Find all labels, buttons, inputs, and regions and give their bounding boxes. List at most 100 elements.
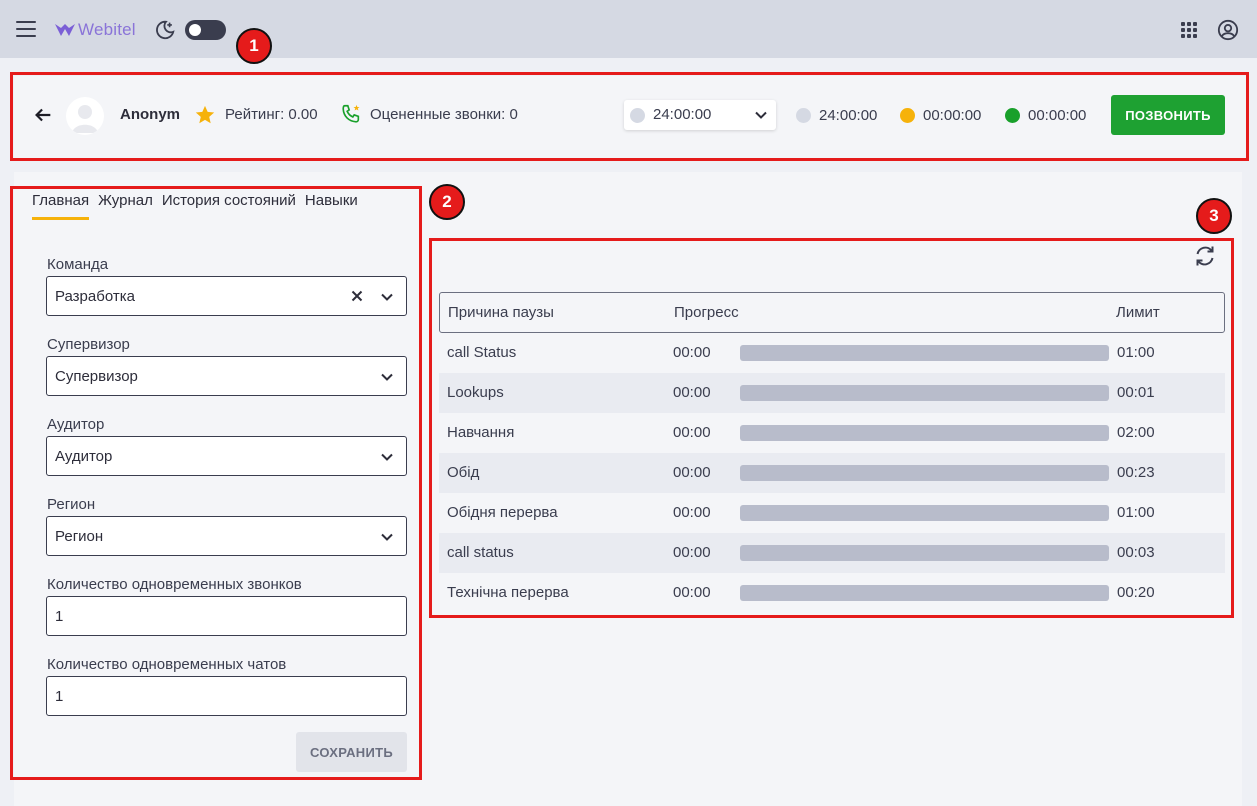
top-app-bar: Webitel	[0, 0, 1257, 58]
menu-icon[interactable]	[16, 21, 36, 37]
concurrent-calls-input[interactable]: 1	[46, 596, 407, 636]
offline-timer-value: 24:00:00	[819, 106, 878, 124]
pause-reason: call Status	[447, 344, 517, 361]
pause-limit: 02:00	[1117, 424, 1155, 441]
dark-mode-moon-icon	[156, 20, 175, 40]
online-timer-value: 00:00:00	[1028, 106, 1087, 124]
pause-progress-bar	[740, 505, 1109, 521]
call-button[interactable]: ПОЗВОНИТЬ	[1111, 95, 1225, 135]
region-label: Регион	[47, 496, 96, 513]
concurrent-chats-input[interactable]: 1	[46, 676, 407, 716]
table-row: call status 00:00 00:03	[439, 533, 1225, 573]
pause-progress-bar	[740, 385, 1109, 401]
pause-limit: 01:00	[1117, 504, 1155, 521]
account-icon[interactable]	[1217, 19, 1239, 41]
concurrent-chats-value: 1	[55, 688, 64, 705]
pause-reason: Технічна перерва	[447, 584, 569, 601]
pause-timer-value: 00:00:00	[923, 106, 982, 124]
chevron-down-icon	[381, 453, 393, 461]
toggle-knob	[189, 24, 201, 36]
team-select[interactable]: Разработка	[46, 276, 407, 316]
pause-progress-bar	[740, 425, 1109, 441]
auditor-select[interactable]: Аудитор	[46, 436, 407, 476]
save-button[interactable]: СОХРАНИТЬ	[296, 732, 407, 772]
table-row: Обідня перерва 00:00 01:00	[439, 493, 1225, 533]
auditor-value: Аудитор	[55, 448, 113, 465]
concurrent-calls-value: 1	[55, 608, 64, 625]
pause-limit: 00:01	[1117, 384, 1155, 401]
main-content: Главная Журнал История состояний Навыки …	[14, 172, 1242, 806]
region-select[interactable]: Регион	[46, 516, 407, 556]
pause-progress-time: 00:00	[673, 584, 711, 601]
header-reason: Причина паузы	[448, 304, 554, 321]
offline-timer: 24:00:00	[796, 104, 877, 126]
pause-reason: Обідня перерва	[447, 504, 558, 521]
pause-progress-time: 00:00	[673, 424, 711, 441]
pause-progress-bar	[740, 545, 1109, 561]
pause-progress-time: 00:00	[673, 384, 711, 401]
tab-bar: Главная Журнал История состояний Навыки	[32, 192, 367, 220]
auditor-label: Аудитор	[47, 416, 105, 433]
table-row: Навчання 00:00 02:00	[439, 413, 1225, 453]
chevron-down-icon	[755, 111, 767, 119]
region-value: Регион	[55, 528, 104, 545]
pause-progress-bar	[740, 465, 1109, 481]
tab-skills[interactable]: Навыки	[305, 192, 358, 220]
brand-name: Webitel	[78, 20, 136, 39]
clear-icon[interactable]	[350, 289, 364, 303]
team-label: Команда	[47, 256, 109, 273]
chevron-down-icon	[381, 373, 393, 381]
pause-progress-time: 00:00	[673, 464, 711, 481]
tab-journal[interactable]: Журнал	[98, 192, 153, 220]
refresh-icon[interactable]	[1193, 244, 1217, 268]
agent-avatar	[66, 97, 104, 135]
user-silhouette-icon	[72, 105, 98, 133]
header-progress: Прогресс	[674, 304, 739, 321]
pause-progress-time: 00:00	[673, 544, 711, 561]
pause-reason: Навчання	[447, 424, 515, 441]
status-timer-select[interactable]: 24:00:00	[624, 100, 776, 130]
supervisor-select[interactable]: Супервизор	[46, 356, 407, 396]
pause-progress-bar	[740, 585, 1109, 601]
pause-limit: 01:00	[1117, 344, 1155, 361]
team-value: Разработка	[55, 288, 135, 305]
tab-main[interactable]: Главная	[32, 192, 90, 220]
annotation-marker-2: 2	[429, 184, 465, 220]
online-status-dot	[1005, 107, 1020, 123]
chevron-down-icon	[381, 533, 393, 541]
pause-progress-bar	[740, 345, 1109, 361]
table-row: call Status 00:00 01:00	[439, 333, 1225, 373]
pause-table-header: Причина паузы Прогресс Лимит	[439, 292, 1225, 333]
agent-name: Anonym	[120, 106, 180, 123]
rated-calls-count: Оцененные звонки: 0	[370, 106, 518, 123]
pause-limit: 00:23	[1117, 464, 1155, 481]
header-limit: Лимит	[1116, 304, 1160, 321]
table-row: Обід 00:00 00:23	[439, 453, 1225, 493]
online-timer: 00:00:00	[1005, 104, 1086, 126]
concurrent-chats-label: Количество одновременных чатов	[47, 656, 287, 673]
table-row: Lookups 00:00 00:01	[439, 373, 1225, 413]
agent-header-card: Anonym Рейтинг: 0.00 Оцененные звонки: 0…	[14, 76, 1246, 158]
pause-progress-time: 00:00	[673, 504, 711, 521]
tab-state-history[interactable]: История состояний	[162, 192, 296, 220]
offline-status-dot	[796, 107, 811, 123]
pause-reason: Lookups	[447, 384, 504, 401]
pause-limit: 00:03	[1117, 544, 1155, 561]
pause-timer: 00:00:00	[900, 104, 981, 126]
phone-star-icon	[342, 104, 360, 123]
pause-progress-time: 00:00	[673, 344, 711, 361]
apps-grid-icon[interactable]	[1181, 22, 1197, 38]
star-icon	[195, 105, 215, 124]
chevron-down-icon	[381, 293, 393, 301]
supervisor-value: Супервизор	[55, 368, 138, 385]
logo-mark-icon	[55, 24, 75, 36]
pause-reason: Обід	[447, 464, 480, 481]
supervisor-label: Супервизор	[47, 336, 130, 353]
theme-toggle[interactable]	[185, 20, 226, 40]
agent-rating: Рейтинг: 0.00	[225, 106, 318, 123]
table-row: Технічна перерва 00:00 00:20	[439, 573, 1225, 613]
webitel-logo[interactable]: Webitel	[54, 19, 136, 41]
back-arrow-icon[interactable]	[32, 104, 54, 126]
annotation-marker-1: 1	[236, 28, 272, 64]
pause-reason: call status	[447, 544, 514, 561]
